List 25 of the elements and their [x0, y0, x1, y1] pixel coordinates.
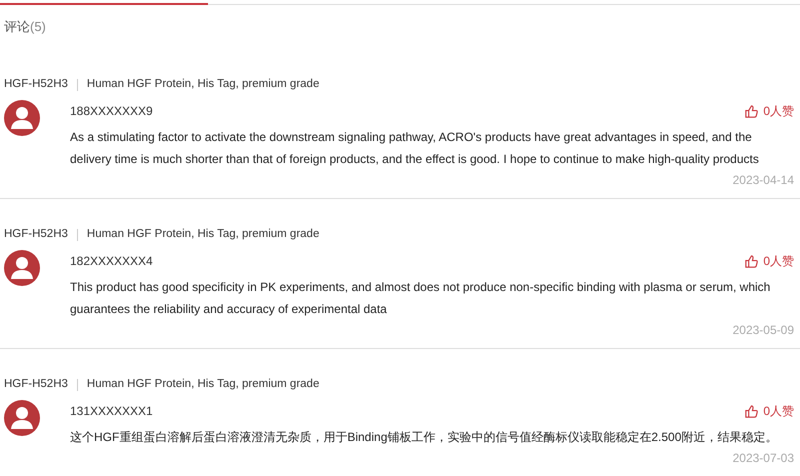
username: 188XXXXXXX9 — [70, 103, 153, 120]
review-text: 这个HGF重组蛋白溶解后蛋白溶液澄清无杂质，用于Binding铺板工作，实验中的信号值经酶标仪读取能稳定在2.500附近，结果稳定。 — [70, 429, 778, 446]
product-name[interactable]: Human HGF Protein, His Tag, premium grade — [86, 76, 320, 94]
product-name[interactable]: Human HGF Protein, His Tag, premium grade — [86, 226, 320, 244]
comments-title: 评论(5) — [4, 19, 46, 34]
product-sku[interactable]: HGF-H52H3 — [4, 376, 68, 394]
thumbs-up-icon — [744, 254, 760, 268]
review-date: 2023-04-14 — [732, 173, 794, 187]
review-text: This product has good specificity in PK experiments, and almost does not produce non-specific binding with plasma or serum, which guarantees the reliability and accuracy of experimental data — [70, 279, 772, 318]
thumbs-up-icon — [744, 104, 760, 118]
like-button[interactable]: 0人赞 — [744, 402, 794, 420]
avatar-icon — [4, 250, 40, 286]
product-sku[interactable]: HGF-H52H3 — [4, 76, 68, 94]
review-date: 2023-07-03 — [732, 451, 794, 465]
avatar-icon — [4, 400, 40, 436]
avatar-icon — [4, 100, 40, 136]
like-button[interactable]: 0人赞 — [744, 252, 794, 270]
username: 131XXXXXXX1 — [70, 403, 153, 420]
review-date: 2023-05-09 — [732, 323, 794, 337]
username: 182XXXXXXX4 — [70, 253, 153, 270]
product-sku[interactable]: HGF-H52H3 — [4, 226, 68, 244]
review-text: As a stimulating factor to activate the downstream signaling pathway, ACRO's products have great advantages in speed, and the delivery time is much shorter than that of foreign products, and the effect is good. I hope to continue to make high-quality products — [70, 129, 760, 168]
product-name[interactable]: Human HGF Protein, His Tag, premium grade — [86, 376, 320, 394]
like-button[interactable]: 0人赞 — [744, 102, 794, 120]
thumbs-up-icon — [744, 404, 760, 418]
